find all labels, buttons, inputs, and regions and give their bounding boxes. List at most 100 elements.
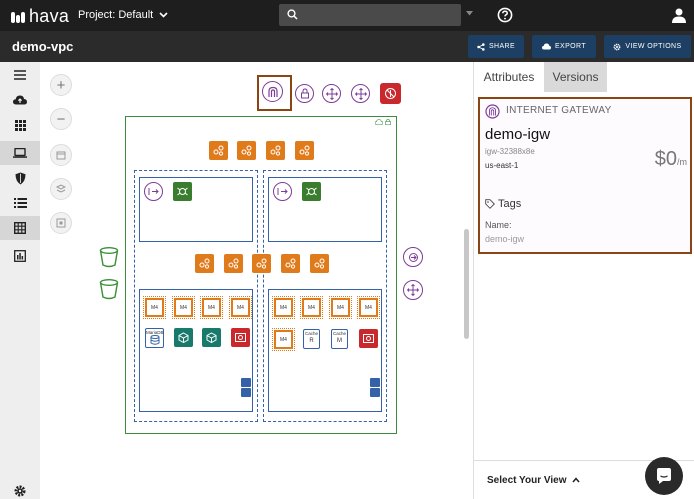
export-label: EXPORT	[554, 43, 587, 50]
peering-node[interactable]	[351, 84, 370, 103]
network-interface-node[interactable]	[266, 141, 285, 160]
sidebar-item-import[interactable]	[0, 88, 40, 112]
load-balancer-node[interactable]	[302, 182, 321, 201]
nacl-badge[interactable]	[370, 388, 380, 397]
bar-chart-icon	[14, 250, 26, 262]
share-icon	[477, 42, 485, 51]
cost-unit: /m	[677, 157, 687, 167]
container-node[interactable]	[202, 328, 221, 347]
elasticache-node[interactable]: Cache R	[303, 329, 320, 349]
ec2-instance-node[interactable]: M4	[272, 328, 295, 351]
network-interface-node[interactable]	[281, 254, 300, 273]
vpn-gateway-node[interactable]	[295, 84, 314, 103]
ec2-instance-node[interactable]: M4	[172, 296, 195, 319]
s3-bucket-icon[interactable]	[99, 279, 119, 300]
tab-attributes[interactable]: Attributes	[474, 62, 544, 92]
export-button[interactable]: EXPORT	[532, 35, 596, 58]
page-title: demo-vpc	[12, 39, 74, 54]
rds-mariadb-node[interactable]: MariaDB	[145, 328, 164, 348]
sidebar-item-environments[interactable]	[0, 141, 40, 165]
project-label: Project: Default	[78, 9, 154, 21]
nat-gateway-node[interactable]	[273, 182, 292, 201]
network-interface-icon	[270, 145, 281, 156]
sidebar-item-reports[interactable]	[0, 244, 40, 268]
container-node[interactable]	[174, 328, 193, 347]
ec2-instance-node[interactable]: M4	[229, 296, 252, 319]
sidebar-item-settings[interactable]	[0, 483, 40, 499]
settings-gear-icon	[14, 485, 26, 497]
ec2-instance-node[interactable]: M4	[200, 296, 223, 319]
security-appliance-node[interactable]	[359, 329, 378, 348]
security-appliance-node[interactable]	[231, 328, 250, 347]
network-interface-node[interactable]	[224, 254, 243, 273]
ec2-instance-node[interactable]: M4	[143, 296, 166, 319]
cloud-download-icon	[541, 43, 551, 50]
network-interface-node[interactable]	[252, 254, 271, 273]
tag-icon	[485, 199, 495, 209]
tab-versions[interactable]: Versions	[544, 62, 607, 92]
database-icon	[150, 335, 159, 345]
resource-card: INTERNET GATEWAY demo-igw igw-32388x8e u…	[478, 97, 692, 254]
project-selector[interactable]: Project: Default	[78, 9, 168, 21]
network-interface-node[interactable]	[295, 141, 314, 160]
internet-gateway-node[interactable]	[262, 81, 283, 102]
search-icon	[287, 9, 298, 20]
sidebar-item-table[interactable]	[0, 216, 40, 240]
view-options-label: VIEW OPTIONS	[625, 43, 682, 50]
help-icon[interactable]	[497, 7, 513, 23]
firewall-node[interactable]	[380, 83, 401, 104]
vpc-endpoint-node[interactable]	[403, 247, 423, 267]
chevron-down-icon	[159, 12, 168, 18]
arrows-move-icon	[407, 284, 419, 296]
nat-gateway-node[interactable]	[144, 182, 163, 201]
chat-icon	[657, 468, 671, 484]
zoom-in-button[interactable]: +	[50, 74, 72, 96]
network-interface-node[interactable]	[209, 141, 228, 160]
share-button[interactable]: SHARE	[468, 35, 524, 58]
network-interface-node[interactable]	[195, 254, 214, 273]
search-input[interactable]	[279, 4, 461, 26]
load-balancer-node[interactable]	[173, 182, 192, 201]
ec2-instance-node[interactable]: M4	[329, 296, 352, 319]
s3-bucket-icon[interactable]	[99, 247, 119, 268]
load-balancer-icon	[306, 187, 317, 196]
network-interface-node[interactable]	[310, 254, 329, 273]
chat-button[interactable]	[645, 457, 683, 495]
internet-gateway-icon	[485, 104, 500, 119]
ec2-instance-node[interactable]: M4	[357, 296, 380, 319]
canvas-scrollbar[interactable]	[464, 229, 469, 339]
hava-logo[interactable]: hava	[10, 6, 69, 27]
view-options-button[interactable]: VIEW OPTIONS	[604, 35, 691, 58]
sidebar-item-list[interactable]	[0, 191, 40, 215]
route-table-badge[interactable]	[241, 378, 251, 387]
zoom-out-button[interactable]: −	[50, 108, 72, 130]
gear-icon	[614, 43, 621, 50]
grid-icon	[14, 119, 26, 131]
nacl-badge[interactable]	[241, 388, 251, 397]
ec2-instance-node[interactable]: M4	[272, 296, 295, 319]
network-interface-icon	[314, 258, 325, 269]
cache-role: R	[309, 338, 314, 344]
transit-gateway-node[interactable]	[322, 84, 341, 103]
network-interface-icon	[256, 258, 267, 269]
arrows-move-icon	[354, 87, 367, 100]
sidebar-item-dashboard[interactable]	[0, 113, 40, 137]
tool-box-button[interactable]	[50, 144, 72, 166]
sidebar-item-security[interactable]	[0, 166, 40, 190]
route-table-badge[interactable]	[370, 378, 380, 387]
network-interface-icon	[285, 258, 296, 269]
elasticache-node[interactable]: Cache M	[331, 329, 348, 349]
caret-down-icon[interactable]	[466, 11, 473, 16]
container-icon	[206, 332, 217, 343]
sidebar-item-menu[interactable]	[0, 63, 40, 87]
tool-layers-button[interactable]	[50, 178, 72, 200]
cache-label: Cache	[332, 331, 346, 336]
tag-key: Name:	[485, 220, 512, 230]
network-interface-icon	[228, 258, 239, 269]
vpc-peering-node[interactable]	[403, 280, 423, 300]
tool-frame-button[interactable]	[50, 212, 72, 234]
user-avatar-icon[interactable]	[671, 7, 687, 23]
shield-icon	[15, 172, 25, 184]
network-interface-node[interactable]	[237, 141, 256, 160]
ec2-instance-node[interactable]: M4	[300, 296, 323, 319]
